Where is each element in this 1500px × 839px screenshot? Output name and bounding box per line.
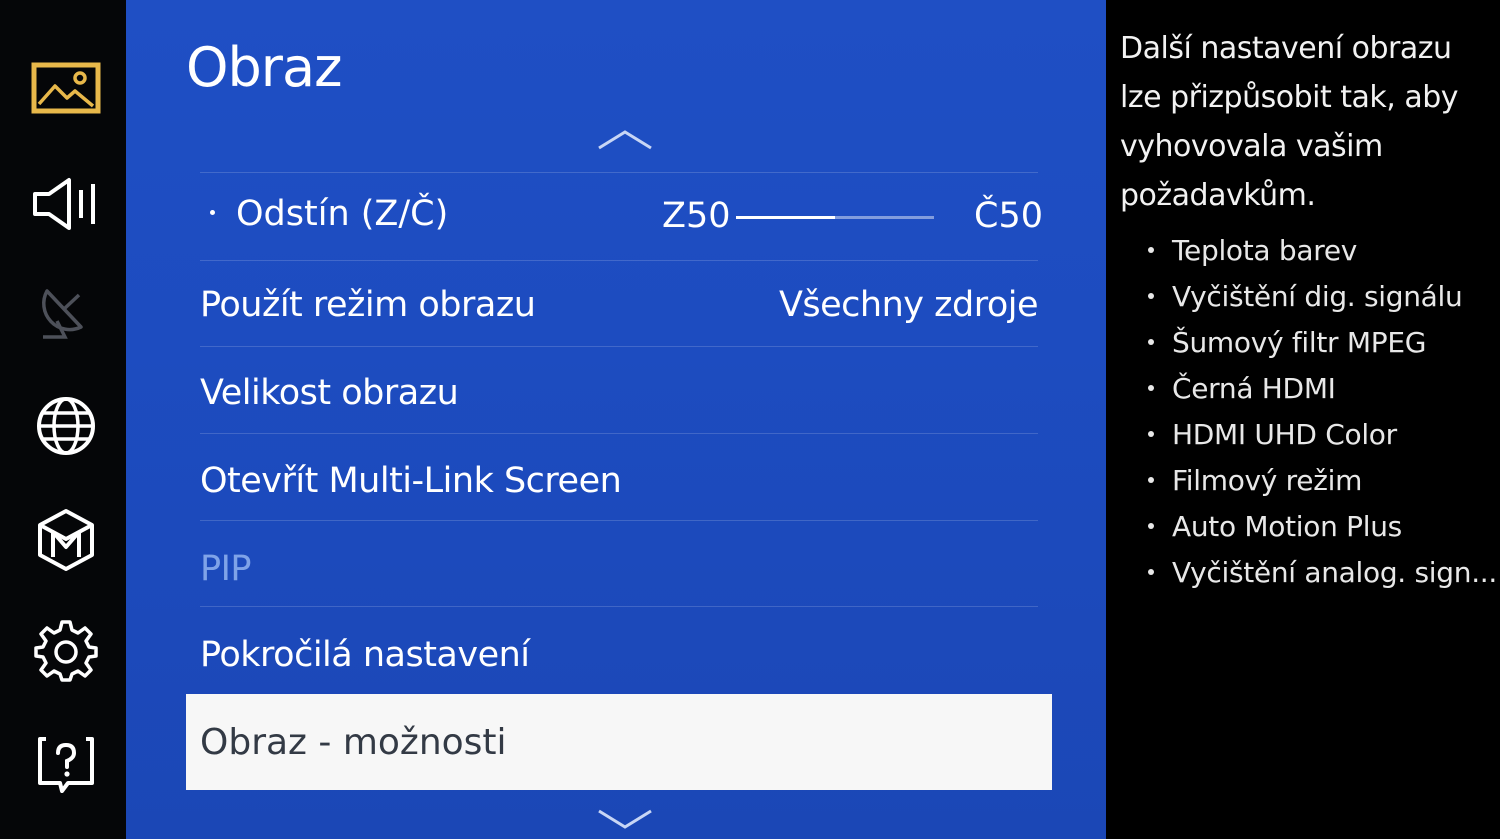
tint-slider-fill: [736, 216, 835, 219]
menu-item-picture-options-selected[interactable]: Obraz - možnosti: [186, 694, 1052, 790]
help-option-list: Teplota barev Vyčištění dig. signálu Šum…: [1146, 228, 1497, 596]
menu-item-label: Velikost obrazu: [200, 373, 459, 413]
menu-item-expert-settings[interactable]: Pokročilá nastavení: [200, 612, 1038, 698]
settings-gear-icon[interactable]: [30, 618, 102, 682]
help-info-panel: Další nastavení obrazu lze přizpůsobit t…: [1106, 0, 1500, 839]
menu-item-pip: PIP: [200, 526, 1038, 612]
menu-item-multi-link-screen[interactable]: Otevřít Multi-Link Screen: [200, 438, 1038, 524]
tint-red-value: Č50: [974, 196, 1043, 236]
picture-menu-panel: Obraz Odstín (Z/Č) Z50 Č50 Použít režim …: [126, 0, 1106, 839]
category-sidebar: [0, 0, 126, 839]
divider: [200, 346, 1038, 347]
divider: [200, 606, 1038, 607]
help-option-item: Auto Motion Plus: [1146, 504, 1497, 550]
menu-item-label: Pokročilá nastavení: [200, 635, 530, 675]
help-option-item: Vyčištění analog. sign...: [1146, 550, 1497, 596]
scroll-down-chevron-icon[interactable]: [596, 808, 654, 830]
page-title: Obraz: [186, 36, 342, 99]
help-description: Další nastavení obrazu lze přizpůsobit t…: [1120, 31, 1459, 213]
tint-slider-track[interactable]: [736, 216, 934, 219]
picture-icon[interactable]: [30, 56, 102, 120]
divider: [200, 260, 1038, 261]
help-option-item: Černá HDMI: [1146, 366, 1497, 412]
menu-item-picture-mode-apply[interactable]: Použít režim obrazu Všechny zdroje: [200, 262, 1039, 348]
tint-label: Odstín (Z/Č): [236, 194, 449, 234]
tv-settings-screen: Obraz Odstín (Z/Č) Z50 Č50 Použít režim …: [0, 0, 1500, 839]
help-option-item: Filmový režim: [1146, 458, 1497, 504]
help-option-item: HDMI UHD Color: [1146, 412, 1497, 458]
broadcast-icon: [30, 280, 102, 344]
tint-green-value: Z50: [662, 196, 731, 236]
help-option-item: Šumový filtr MPEG: [1146, 320, 1497, 366]
menu-item-label: Použít režim obrazu: [200, 285, 536, 325]
tint-slider-row[interactable]: Odstín (Z/Č) Z50 Č50: [206, 176, 1043, 262]
smart-hub-icon[interactable]: [30, 508, 102, 572]
sub-item-bullet: [210, 210, 215, 215]
help-option-item: Vyčištění dig. signálu: [1146, 274, 1497, 320]
divider: [200, 433, 1038, 434]
help-option-item: Teplota barev: [1146, 228, 1497, 274]
menu-item-label: Otevřít Multi-Link Screen: [200, 461, 622, 501]
menu-item-picture-size[interactable]: Velikost obrazu: [200, 350, 1038, 436]
menu-item-value: Všechny zdroje: [778, 285, 1039, 325]
scroll-up-chevron-icon[interactable]: [596, 128, 654, 150]
support-help-icon[interactable]: [30, 732, 102, 796]
divider: [200, 520, 1038, 521]
network-globe-icon[interactable]: [30, 394, 102, 458]
divider: [200, 172, 1038, 173]
sound-icon[interactable]: [30, 172, 102, 236]
menu-item-label: Obraz - možnosti: [200, 721, 507, 763]
menu-item-label: PIP: [200, 549, 252, 589]
